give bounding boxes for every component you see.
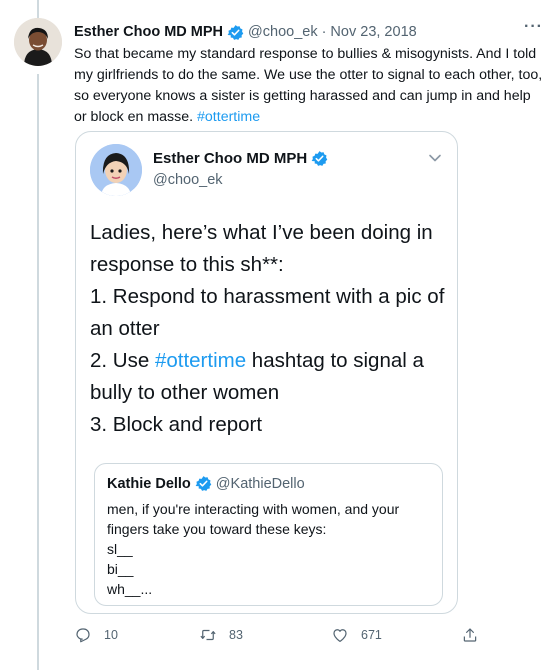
tweet-actions: 10 83 671 — [74, 626, 494, 650]
chevron-down-icon[interactable] — [427, 150, 443, 166]
verified-badge-icon — [311, 151, 328, 166]
share-button[interactable] — [461, 626, 491, 644]
retweet-button[interactable]: 83 — [199, 626, 243, 644]
quoted-line: 3. Block and report — [90, 413, 263, 436]
verified-badge-icon — [227, 24, 244, 40]
inner-text-line: men, if you're interacting with women, a… — [107, 501, 400, 537]
quoted-line: response to this sh**: — [90, 253, 284, 276]
thread-line — [37, 74, 39, 670]
avatar[interactable] — [14, 18, 62, 66]
hashtag-link[interactable]: #ottertime — [197, 109, 260, 125]
thread-line-top — [37, 0, 39, 18]
tweet-header: Esther Choo MD MPH @choo_ek · Nov 23, 20… — [74, 18, 543, 42]
quoted-line-text: hashtag to signal a — [246, 349, 424, 372]
tweet-date[interactable]: · Nov 23, 2018 — [322, 24, 417, 40]
inner-author-handle[interactable]: @KathieDello — [216, 476, 305, 492]
inner-text-line: bi__ — [107, 561, 134, 577]
inner-tweet-header: Kathie Dello @KathieDello — [107, 475, 305, 492]
memoji-avatar-icon — [90, 144, 142, 196]
reply-count: 10 — [104, 628, 118, 642]
quoted-author-name[interactable]: Esther Choo MD MPH — [153, 150, 307, 167]
inner-author-name[interactable]: Kathie Dello — [107, 476, 191, 492]
inner-text-line: wh__... — [107, 581, 153, 597]
retweet-count: 83 — [229, 628, 243, 642]
more-options-icon[interactable]: ··· — [524, 18, 543, 36]
quoted-line: 1. Respond to harassment with a pic of — [90, 285, 445, 308]
hashtag-link[interactable]: #ottertime — [155, 349, 246, 372]
quoted-line-text: 2. Use — [90, 349, 155, 372]
quoted-line: an otter — [90, 317, 160, 340]
verified-badge-icon — [195, 476, 212, 491]
retweet-icon — [200, 629, 216, 641]
quoted-author-handle[interactable]: @choo_ek — [153, 172, 223, 188]
quoted-tweet-card[interactable]: Esther Choo MD MPH @choo_ek Ladies, here… — [75, 131, 458, 614]
heart-icon — [333, 629, 347, 642]
quoted-line: 2. Use #ottertime hashtag to signal a — [90, 345, 450, 377]
inner-tweet-text: men, if you're interacting with women, a… — [107, 499, 427, 599]
like-count: 671 — [361, 628, 382, 642]
reply-icon — [76, 628, 90, 643]
author-handle[interactable]: @choo_ek — [248, 24, 318, 40]
share-icon — [463, 628, 477, 642]
quoted-tweet-text: Ladies, here’s what I’ve been doing in r… — [90, 217, 450, 441]
quoted-avatar[interactable] — [90, 144, 142, 196]
user-photo-icon — [14, 18, 62, 66]
inner-text-line: sl__ — [107, 541, 133, 557]
reply-button[interactable]: 10 — [74, 626, 118, 644]
quoted-line: bully to other women — [90, 381, 280, 404]
inner-quoted-tweet[interactable]: Kathie Dello @KathieDello men, if you're… — [94, 463, 443, 606]
tweet-text: So that became my standard response to b… — [74, 44, 546, 128]
quoted-line: Ladies, here’s what I’ve been doing in — [90, 221, 433, 244]
like-button[interactable]: 671 — [331, 626, 382, 644]
tweet-body: So that became my standard response to b… — [74, 46, 543, 125]
quoted-author-row: Esther Choo MD MPH — [153, 150, 332, 167]
author-name[interactable]: Esther Choo MD MPH — [74, 24, 223, 40]
